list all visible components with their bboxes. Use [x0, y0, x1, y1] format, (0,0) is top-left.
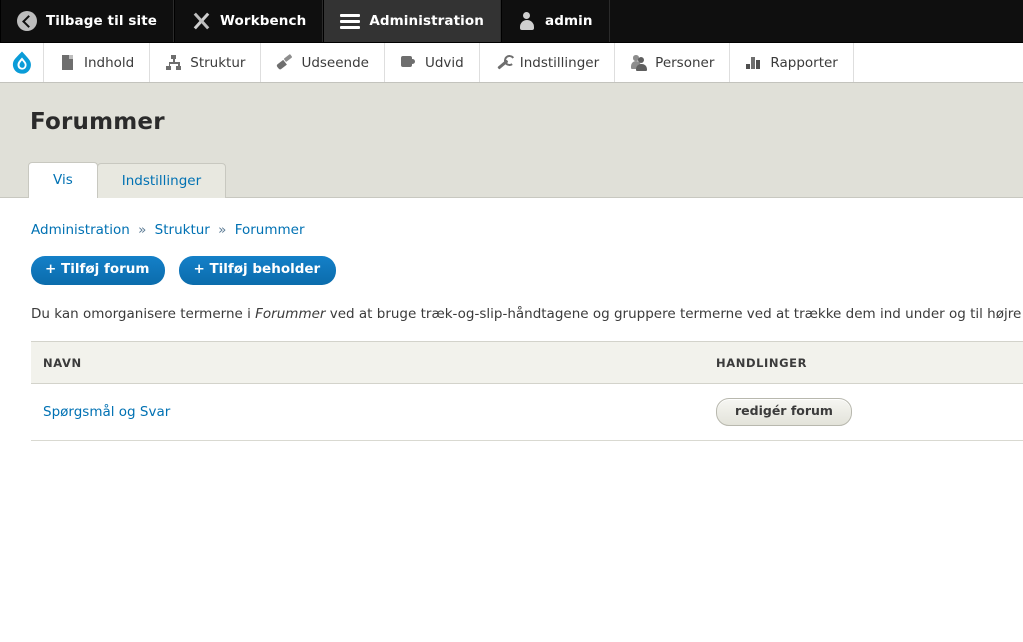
description-text-before: Du kan omorganisere termerne i — [31, 306, 255, 322]
tools-icon — [191, 11, 211, 31]
toolbar-item-label: Workbench — [220, 13, 306, 29]
admin-menu-bar: Indhold Struktur Udseende Udvid Indstill… — [0, 43, 1023, 83]
menu-item-rapporter[interactable]: Rapporter — [730, 43, 853, 82]
page-header-band: Forummer Vis Indstillinger — [0, 83, 1023, 198]
description-text-after: ved at bruge træk-og-slip-håndtagene og … — [325, 306, 1023, 322]
toolbar-item-label: Tilbage til site — [46, 13, 157, 29]
page-title: Forummer — [0, 83, 1023, 135]
cell-forum-actions: redigér forum — [704, 384, 1023, 441]
menu-item-label: Udvid — [425, 55, 464, 71]
forum-link[interactable]: Spørgsmål og Svar — [43, 404, 170, 420]
column-header-handlinger: HANDLINGER — [704, 342, 1023, 384]
paintbrush-icon — [276, 54, 293, 71]
breadcrumb-link-forummer[interactable]: Forummer — [235, 222, 305, 238]
column-header-navn: NAVN — [31, 342, 704, 384]
toolbar-item-back-to-site[interactable]: Tilbage til site — [0, 0, 174, 42]
drupal-droplet-logo[interactable] — [0, 43, 44, 82]
tab-indstillinger[interactable]: Indstillinger — [97, 163, 226, 199]
back-arrow-icon — [17, 11, 37, 31]
table-header: NAVN HANDLINGER — [31, 342, 1023, 384]
toolbar-item-user-account[interactable]: admin — [501, 0, 609, 42]
action-buttons: + Tilføj forum + Tilføj beholder — [31, 256, 1023, 285]
menu-item-indstillinger[interactable]: Indstillinger — [480, 43, 615, 82]
forums-table: NAVN HANDLINGER Spørgsmål og Svar redigé… — [31, 341, 1023, 441]
toolbar-item-label: admin — [545, 13, 593, 29]
toolbar-item-workbench[interactable]: Workbench — [174, 0, 323, 42]
user-icon — [518, 12, 536, 30]
menu-item-indhold[interactable]: Indhold — [44, 43, 150, 82]
wrench-icon — [495, 54, 512, 71]
menu-item-personer[interactable]: Personer — [615, 43, 730, 82]
puzzle-piece-icon — [400, 54, 417, 71]
admin-toolbar: Tilbage til site Workbench Administratio… — [0, 0, 1023, 43]
breadcrumb-link-administration[interactable]: Administration — [31, 222, 130, 238]
table-header-row: NAVN HANDLINGER — [31, 342, 1023, 384]
menu-item-label: Struktur — [190, 55, 245, 71]
breadcrumb-separator: » — [138, 222, 146, 238]
tab-label: Vis — [53, 172, 73, 188]
menu-item-label: Rapporter — [770, 55, 837, 71]
breadcrumb-separator: » — [218, 222, 226, 238]
table-body: Spørgsmål og Svar redigér forum — [31, 384, 1023, 441]
tab-label: Indstillinger — [122, 173, 201, 189]
toolbar-spacer — [609, 0, 1023, 42]
edit-forum-button[interactable]: redigér forum — [716, 398, 852, 426]
menu-item-label: Indstillinger — [520, 55, 599, 71]
toolbar-item-label: Administration — [369, 13, 484, 29]
document-icon — [59, 54, 76, 71]
menu-item-label: Indhold — [84, 55, 134, 71]
sitemap-icon — [165, 54, 182, 71]
cell-forum-name: Spørgsmål og Svar — [31, 384, 704, 441]
menu-item-label: Udseende — [301, 55, 369, 71]
menu-item-struktur[interactable]: Struktur — [150, 43, 261, 82]
primary-tabs: Vis Indstillinger — [28, 162, 225, 199]
breadcrumb-link-struktur[interactable]: Struktur — [155, 222, 210, 238]
hamburger-menu-icon — [340, 14, 360, 29]
people-icon — [630, 54, 647, 71]
drupal-droplet-icon — [11, 51, 33, 75]
breadcrumb: Administration » Struktur » Forummer — [31, 222, 1023, 238]
main-content: Administration » Struktur » Forummer + T… — [0, 198, 1023, 642]
add-forum-button[interactable]: + Tilføj forum — [31, 256, 165, 285]
menu-item-label: Personer — [655, 55, 714, 71]
menu-item-udvid[interactable]: Udvid — [385, 43, 480, 82]
page-description: Du kan omorganisere termerne i Forummer … — [31, 305, 1023, 324]
bar-chart-icon — [745, 54, 762, 71]
description-emphasis: Forummer — [255, 306, 325, 322]
menu-item-udseende[interactable]: Udseende — [261, 43, 385, 82]
table-row: Spørgsmål og Svar redigér forum — [31, 384, 1023, 441]
tab-vis[interactable]: Vis — [28, 162, 98, 199]
menu-bar-filler — [854, 43, 1023, 82]
toolbar-item-administration[interactable]: Administration — [323, 0, 501, 42]
add-container-button[interactable]: + Tilføj beholder — [179, 256, 336, 285]
